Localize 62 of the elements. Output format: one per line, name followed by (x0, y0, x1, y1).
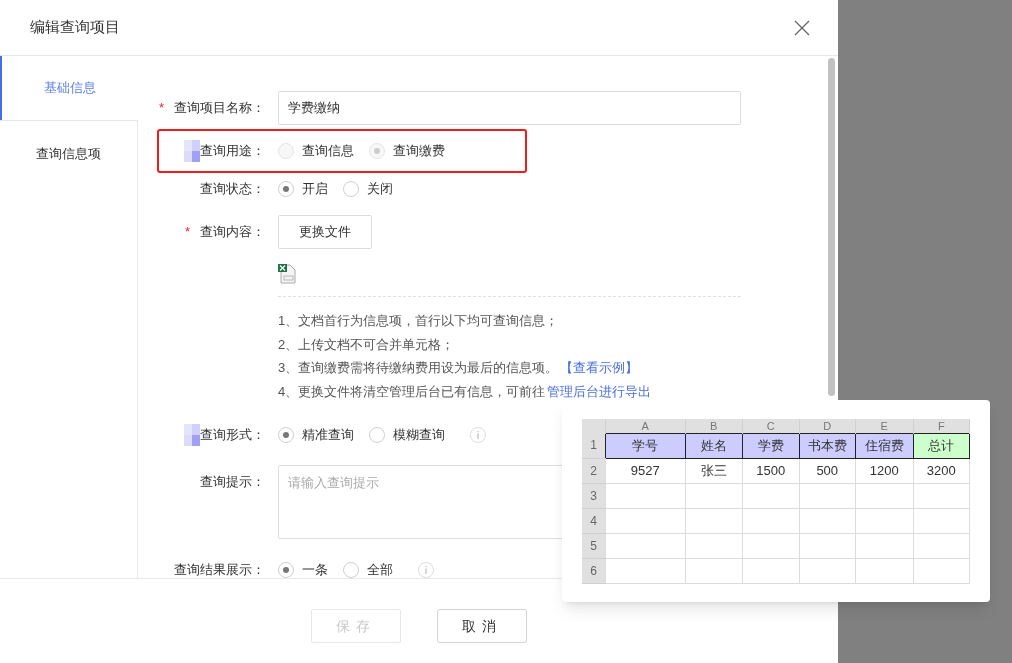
note-text: 2、上传文档不可合并单元格； (278, 335, 456, 354)
change-file-button[interactable]: 更换文件 (278, 215, 372, 249)
column-header: D (799, 418, 856, 433)
field-label: 查询状态： (200, 180, 265, 199)
text-input[interactable]: 学费缴纳 (278, 91, 741, 125)
table-cell: 张三 (685, 458, 743, 483)
table-cell: 姓名 (685, 433, 743, 458)
radio-button[interactable] (343, 181, 359, 197)
radio-option[interactable]: 精准查询 (278, 425, 354, 445)
radio-option[interactable]: 开启 (278, 179, 328, 199)
column-header: F (913, 418, 970, 433)
scrollbar-thumb[interactable] (828, 58, 835, 396)
row-number: 4 (582, 508, 606, 533)
table-cell: 住宿费 (855, 433, 914, 458)
field-label: 查询用途： (200, 142, 265, 161)
table-cell: 总计 (913, 433, 970, 458)
field-label: 查询提示： (200, 473, 265, 492)
note-text: 1、文档首行为信息项，首行以下均可查询信息； (278, 312, 560, 330)
cancel-button[interactable]: 取消 (437, 609, 527, 643)
table-cell: 500 (799, 458, 856, 483)
radio-button[interactable] (343, 562, 359, 578)
radio-option[interactable]: 一条 (278, 560, 328, 578)
table-cell: 1500 (742, 458, 800, 483)
note-text: 3、查询缴费需将待缴纳费用设为最后的信息项。【查看示例】 (278, 359, 640, 377)
required-mark: * (184, 223, 190, 242)
radio-button[interactable] (278, 181, 294, 197)
link[interactable]: 【查看示例】 (560, 360, 639, 375)
radio-button[interactable] (369, 427, 385, 443)
info-icon[interactable] (470, 427, 486, 443)
column-header: B (685, 418, 743, 433)
column-header: A (605, 418, 686, 433)
radio-button[interactable] (278, 562, 294, 578)
table-cell: 书本费 (799, 433, 856, 458)
table-cell: 1200 (855, 458, 914, 483)
table-cell: 学号 (605, 433, 686, 458)
radio-button[interactable] (278, 427, 294, 443)
table-cell: 9527 (605, 458, 686, 483)
row-number: 3 (582, 483, 606, 508)
column-header: C (742, 418, 800, 433)
table-cell: 3200 (913, 458, 970, 483)
dialog-title: 编辑查询项目 (30, 17, 120, 38)
link[interactable]: 管理后台进行导出 (547, 383, 652, 399)
note-text: 4、更换文件将清空管理后台已有信息，可前往管理后台进行导出 (278, 382, 653, 401)
info-icon[interactable] (418, 562, 434, 578)
required-mark: * (158, 99, 164, 118)
close-icon[interactable] (794, 19, 810, 36)
row-number: 6 (582, 558, 606, 583)
row-number: 5 (582, 533, 606, 558)
spreadsheet-file-icon (278, 264, 296, 284)
column-header: E (855, 418, 914, 433)
row-number: 1 (582, 433, 606, 458)
field-label: 查询项目名称： (174, 99, 265, 118)
row-number: 2 (582, 458, 606, 483)
table-cell: 学费 (742, 433, 800, 458)
radio-option[interactable]: 关闭 (343, 179, 393, 199)
radio-option[interactable]: 全部 (343, 560, 393, 578)
tab[interactable]: 查询信息项 (0, 120, 138, 186)
field-label: 查询内容： (200, 223, 265, 242)
tab[interactable]: 基础信息 (0, 56, 138, 120)
radio-option[interactable]: 模糊查询 (369, 425, 445, 445)
field-label: 查询结果展示： (174, 561, 265, 578)
field-label: 查询形式： (200, 426, 265, 445)
